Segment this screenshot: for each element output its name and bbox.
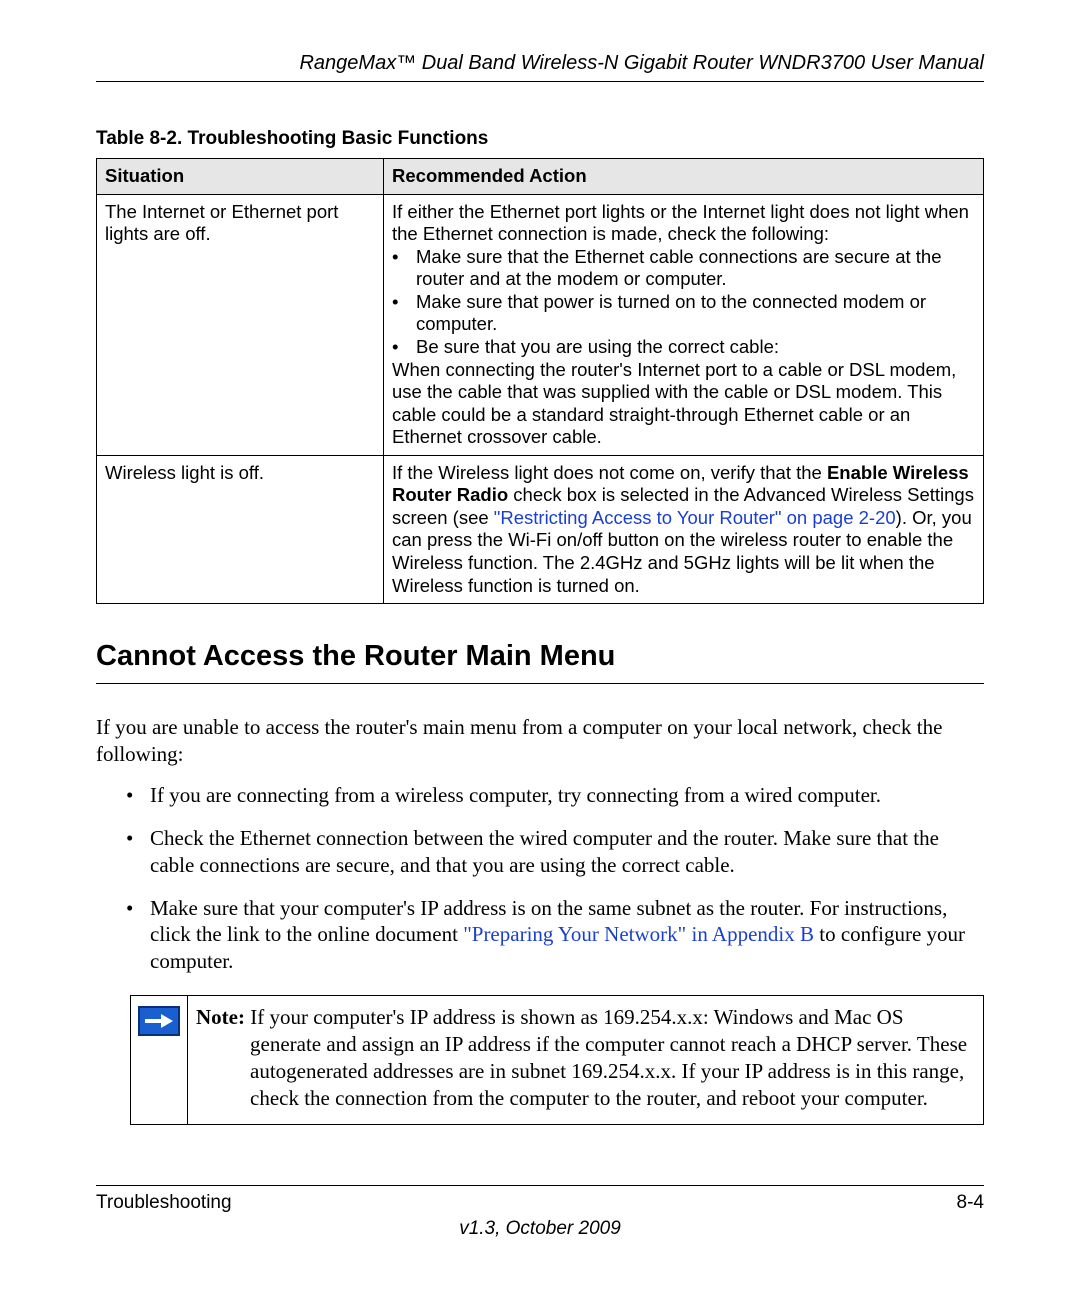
xref-link[interactable]: "Restricting Access to Your Router" on p…: [494, 507, 896, 528]
list-item: If you are connecting from a wireless co…: [126, 782, 984, 809]
note-body: generate and assign an IP address if the…: [196, 1031, 973, 1112]
action-bullet: Make sure that power is turned on to the…: [406, 291, 975, 336]
note-text: Note: If your computer's IP address is s…: [188, 996, 983, 1124]
note-label: Note:: [196, 1005, 245, 1029]
section-bullet-list: If you are connecting from a wireless co…: [96, 782, 984, 975]
xref-link[interactable]: "Preparing Your Network" in Appendix B: [463, 922, 814, 946]
col-header-action: Recommended Action: [384, 159, 984, 195]
running-head: RangeMax™ Dual Band Wireless-N Gigabit R…: [96, 52, 984, 82]
table-row: The Internet or Ethernet port lights are…: [97, 194, 984, 455]
col-header-situation: Situation: [97, 159, 384, 195]
table-caption: Table 8-2. Troubleshooting Basic Functio…: [96, 128, 984, 150]
situation-cell: Wireless light is off.: [97, 455, 384, 603]
action-cell: If the Wireless light does not come on, …: [384, 455, 984, 603]
list-item: Make sure that your computer's IP addres…: [126, 895, 984, 976]
table-header-row: Situation Recommended Action: [97, 159, 984, 195]
footer-version: v1.3, October 2009: [96, 1218, 984, 1240]
note-box: Note: If your computer's IP address is s…: [130, 995, 984, 1125]
troubleshooting-table: Situation Recommended Action The Interne…: [96, 158, 984, 604]
section-heading: Cannot Access the Router Main Menu: [96, 640, 984, 684]
page-footer: Troubleshooting 8-4 v1.3, October 2009: [96, 1185, 984, 1240]
note-first-line: If your computer's IP address is shown a…: [245, 1005, 904, 1029]
note-icon-cell: [131, 996, 188, 1124]
footer-page-number: 8-4: [957, 1192, 984, 1214]
action-bullet: Make sure that the Ethernet cable connec…: [406, 246, 975, 291]
section-intro: If you are unable to access the router's…: [96, 714, 984, 768]
arrow-right-icon: [138, 1006, 180, 1036]
list-item: Check the Ethernet connection between th…: [126, 825, 984, 879]
action-intro: If either the Ethernet port lights or th…: [392, 201, 969, 245]
situation-cell: The Internet or Ethernet port lights are…: [97, 194, 384, 455]
action-trailing: When connecting the router's Internet po…: [392, 359, 956, 448]
list-item-text: Check the Ethernet connection between th…: [150, 826, 939, 877]
list-item-text: If you are connecting from a wireless co…: [150, 783, 881, 807]
action-bullet: Be sure that you are using the correct c…: [406, 336, 779, 359]
page: { "header": { "running_head": "RangeMax™…: [0, 0, 1080, 1296]
action-cell: If either the Ethernet port lights or th…: [384, 194, 984, 455]
table-row: Wireless light is off. If the Wireless l…: [97, 455, 984, 603]
footer-section: Troubleshooting: [96, 1192, 232, 1214]
action-pre: If the Wireless light does not come on, …: [392, 462, 827, 483]
